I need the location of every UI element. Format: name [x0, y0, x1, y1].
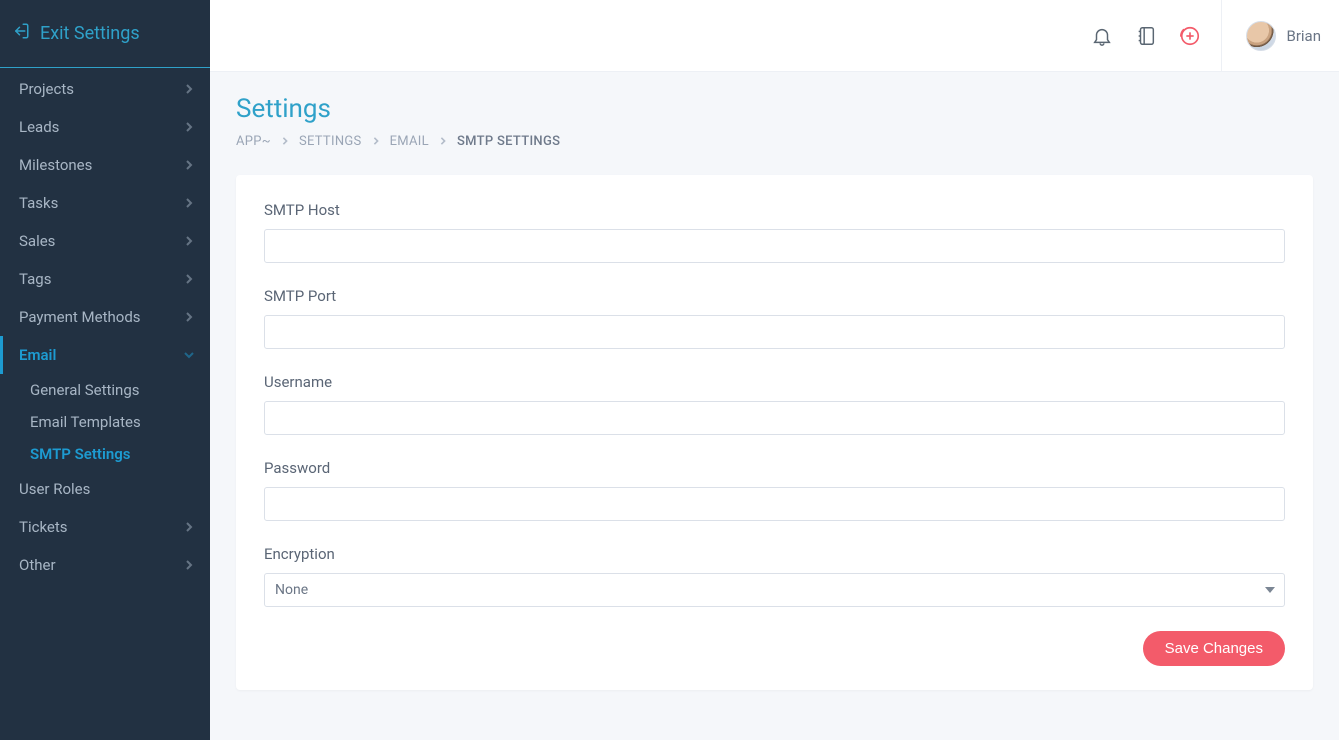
form-group-smtp-port: SMTP Port: [264, 287, 1285, 349]
form-group-smtp-host: SMTP Host: [264, 201, 1285, 263]
chevron-right-icon: [184, 270, 194, 288]
password-label: Password: [264, 459, 1285, 477]
encryption-select[interactable]: None: [264, 573, 1285, 607]
sidebar-subitem-label: SMTP Settings: [30, 445, 130, 463]
save-button[interactable]: Save Changes: [1143, 631, 1285, 666]
form-group-password: Password: [264, 459, 1285, 521]
sidebar-item-projects[interactable]: Projects: [0, 70, 210, 108]
exit-settings-label: Exit Settings: [40, 23, 140, 44]
chevron-right-icon: [372, 134, 380, 149]
chevron-right-icon: [184, 518, 194, 536]
breadcrumb-item[interactable]: EMAIL: [390, 134, 429, 149]
sidebar-subitem-general-settings[interactable]: General Settings: [30, 374, 210, 406]
breadcrumbs: APP~ SETTINGS EMAIL SMTP SETTINGS: [236, 134, 1313, 149]
user-name: Brian: [1286, 27, 1321, 45]
sidebar-item-label: Other: [19, 556, 56, 574]
chevron-right-icon: [184, 232, 194, 250]
sidebar-item-label: Email: [19, 346, 56, 364]
chevron-right-icon: [184, 156, 194, 174]
add-icon[interactable]: [1179, 25, 1201, 47]
chevron-right-icon: [184, 194, 194, 212]
sidebar-item-label: Tasks: [19, 194, 58, 212]
sidebar-item-payment-methods[interactable]: Payment Methods: [0, 298, 210, 336]
smtp-port-label: SMTP Port: [264, 287, 1285, 305]
breadcrumb-item[interactable]: APP~: [236, 134, 271, 149]
topbar-icons: [1091, 0, 1222, 71]
sidebar-item-other[interactable]: Other: [0, 546, 210, 584]
sidebar-item-user-roles[interactable]: User Roles: [0, 470, 210, 508]
sidebar-subitem-smtp-settings[interactable]: SMTP Settings: [30, 438, 210, 470]
sidebar-item-label: Payment Methods: [19, 308, 141, 326]
sidebar-item-label: Sales: [19, 232, 55, 250]
chevron-right-icon: [184, 308, 194, 326]
chevron-right-icon: [184, 118, 194, 136]
smtp-host-input[interactable]: [264, 229, 1285, 263]
sidebar-item-label: Projects: [19, 80, 74, 98]
encryption-selected-value: None: [275, 582, 308, 598]
chevron-right-icon: [184, 556, 194, 574]
notebook-icon[interactable]: [1135, 25, 1157, 47]
username-label: Username: [264, 373, 1285, 391]
sidebar-subitem-label: General Settings: [30, 381, 140, 399]
chevron-right-icon: [281, 134, 289, 149]
sidebar-item-tasks[interactable]: Tasks: [0, 184, 210, 222]
topbar: Brian: [210, 0, 1339, 72]
smtp-port-input[interactable]: [264, 315, 1285, 349]
sidebar-item-label: Tags: [19, 270, 51, 288]
sidebar-item-label: Milestones: [19, 156, 92, 174]
sidebar-item-email[interactable]: Email: [0, 336, 210, 374]
breadcrumb-item[interactable]: SETTINGS: [299, 134, 362, 149]
chevron-right-icon: [184, 80, 194, 98]
page-title: Settings: [236, 94, 1313, 124]
sidebar-item-tags[interactable]: Tags: [0, 260, 210, 298]
sidebar-item-label: Leads: [19, 118, 59, 136]
form-group-encryption: Encryption None: [264, 545, 1285, 607]
avatar: [1246, 21, 1276, 51]
sidebar-item-label: Tickets: [19, 518, 68, 536]
sidebar-item-milestones[interactable]: Milestones: [0, 146, 210, 184]
sidebar-item-label: User Roles: [19, 480, 90, 498]
chevron-down-icon: [184, 346, 194, 364]
sidebar-item-leads[interactable]: Leads: [0, 108, 210, 146]
username-input[interactable]: [264, 401, 1285, 435]
sidebar-subitem-email-templates[interactable]: Email Templates: [30, 406, 210, 438]
sidebar-subnav-email: General Settings Email Templates SMTP Se…: [0, 374, 210, 470]
sidebar-nav: Projects Leads Milestones Tasks Sales Ta…: [0, 68, 210, 584]
sidebar: Exit Settings Projects Leads Milestones …: [0, 0, 210, 740]
sidebar-item-tickets[interactable]: Tickets: [0, 508, 210, 546]
main-area: Brian Settings APP~ SETTINGS EMAIL SMTP …: [210, 0, 1339, 740]
sidebar-item-sales[interactable]: Sales: [0, 222, 210, 260]
sidebar-subitem-label: Email Templates: [30, 413, 141, 431]
chevron-right-icon: [439, 134, 447, 149]
user-menu[interactable]: Brian: [1242, 21, 1321, 51]
encryption-label: Encryption: [264, 545, 1285, 563]
password-input[interactable]: [264, 487, 1285, 521]
breadcrumb-item-current: SMTP SETTINGS: [457, 134, 560, 149]
exit-icon: [12, 22, 30, 45]
notifications-icon[interactable]: [1091, 25, 1113, 47]
form-actions: Save Changes: [264, 631, 1285, 666]
exit-settings-button[interactable]: Exit Settings: [0, 0, 210, 68]
smtp-host-label: SMTP Host: [264, 201, 1285, 219]
settings-card: SMTP Host SMTP Port Username Password En: [236, 175, 1313, 690]
form-group-username: Username: [264, 373, 1285, 435]
content: Settings APP~ SETTINGS EMAIL SMTP SETTIN…: [210, 72, 1339, 718]
